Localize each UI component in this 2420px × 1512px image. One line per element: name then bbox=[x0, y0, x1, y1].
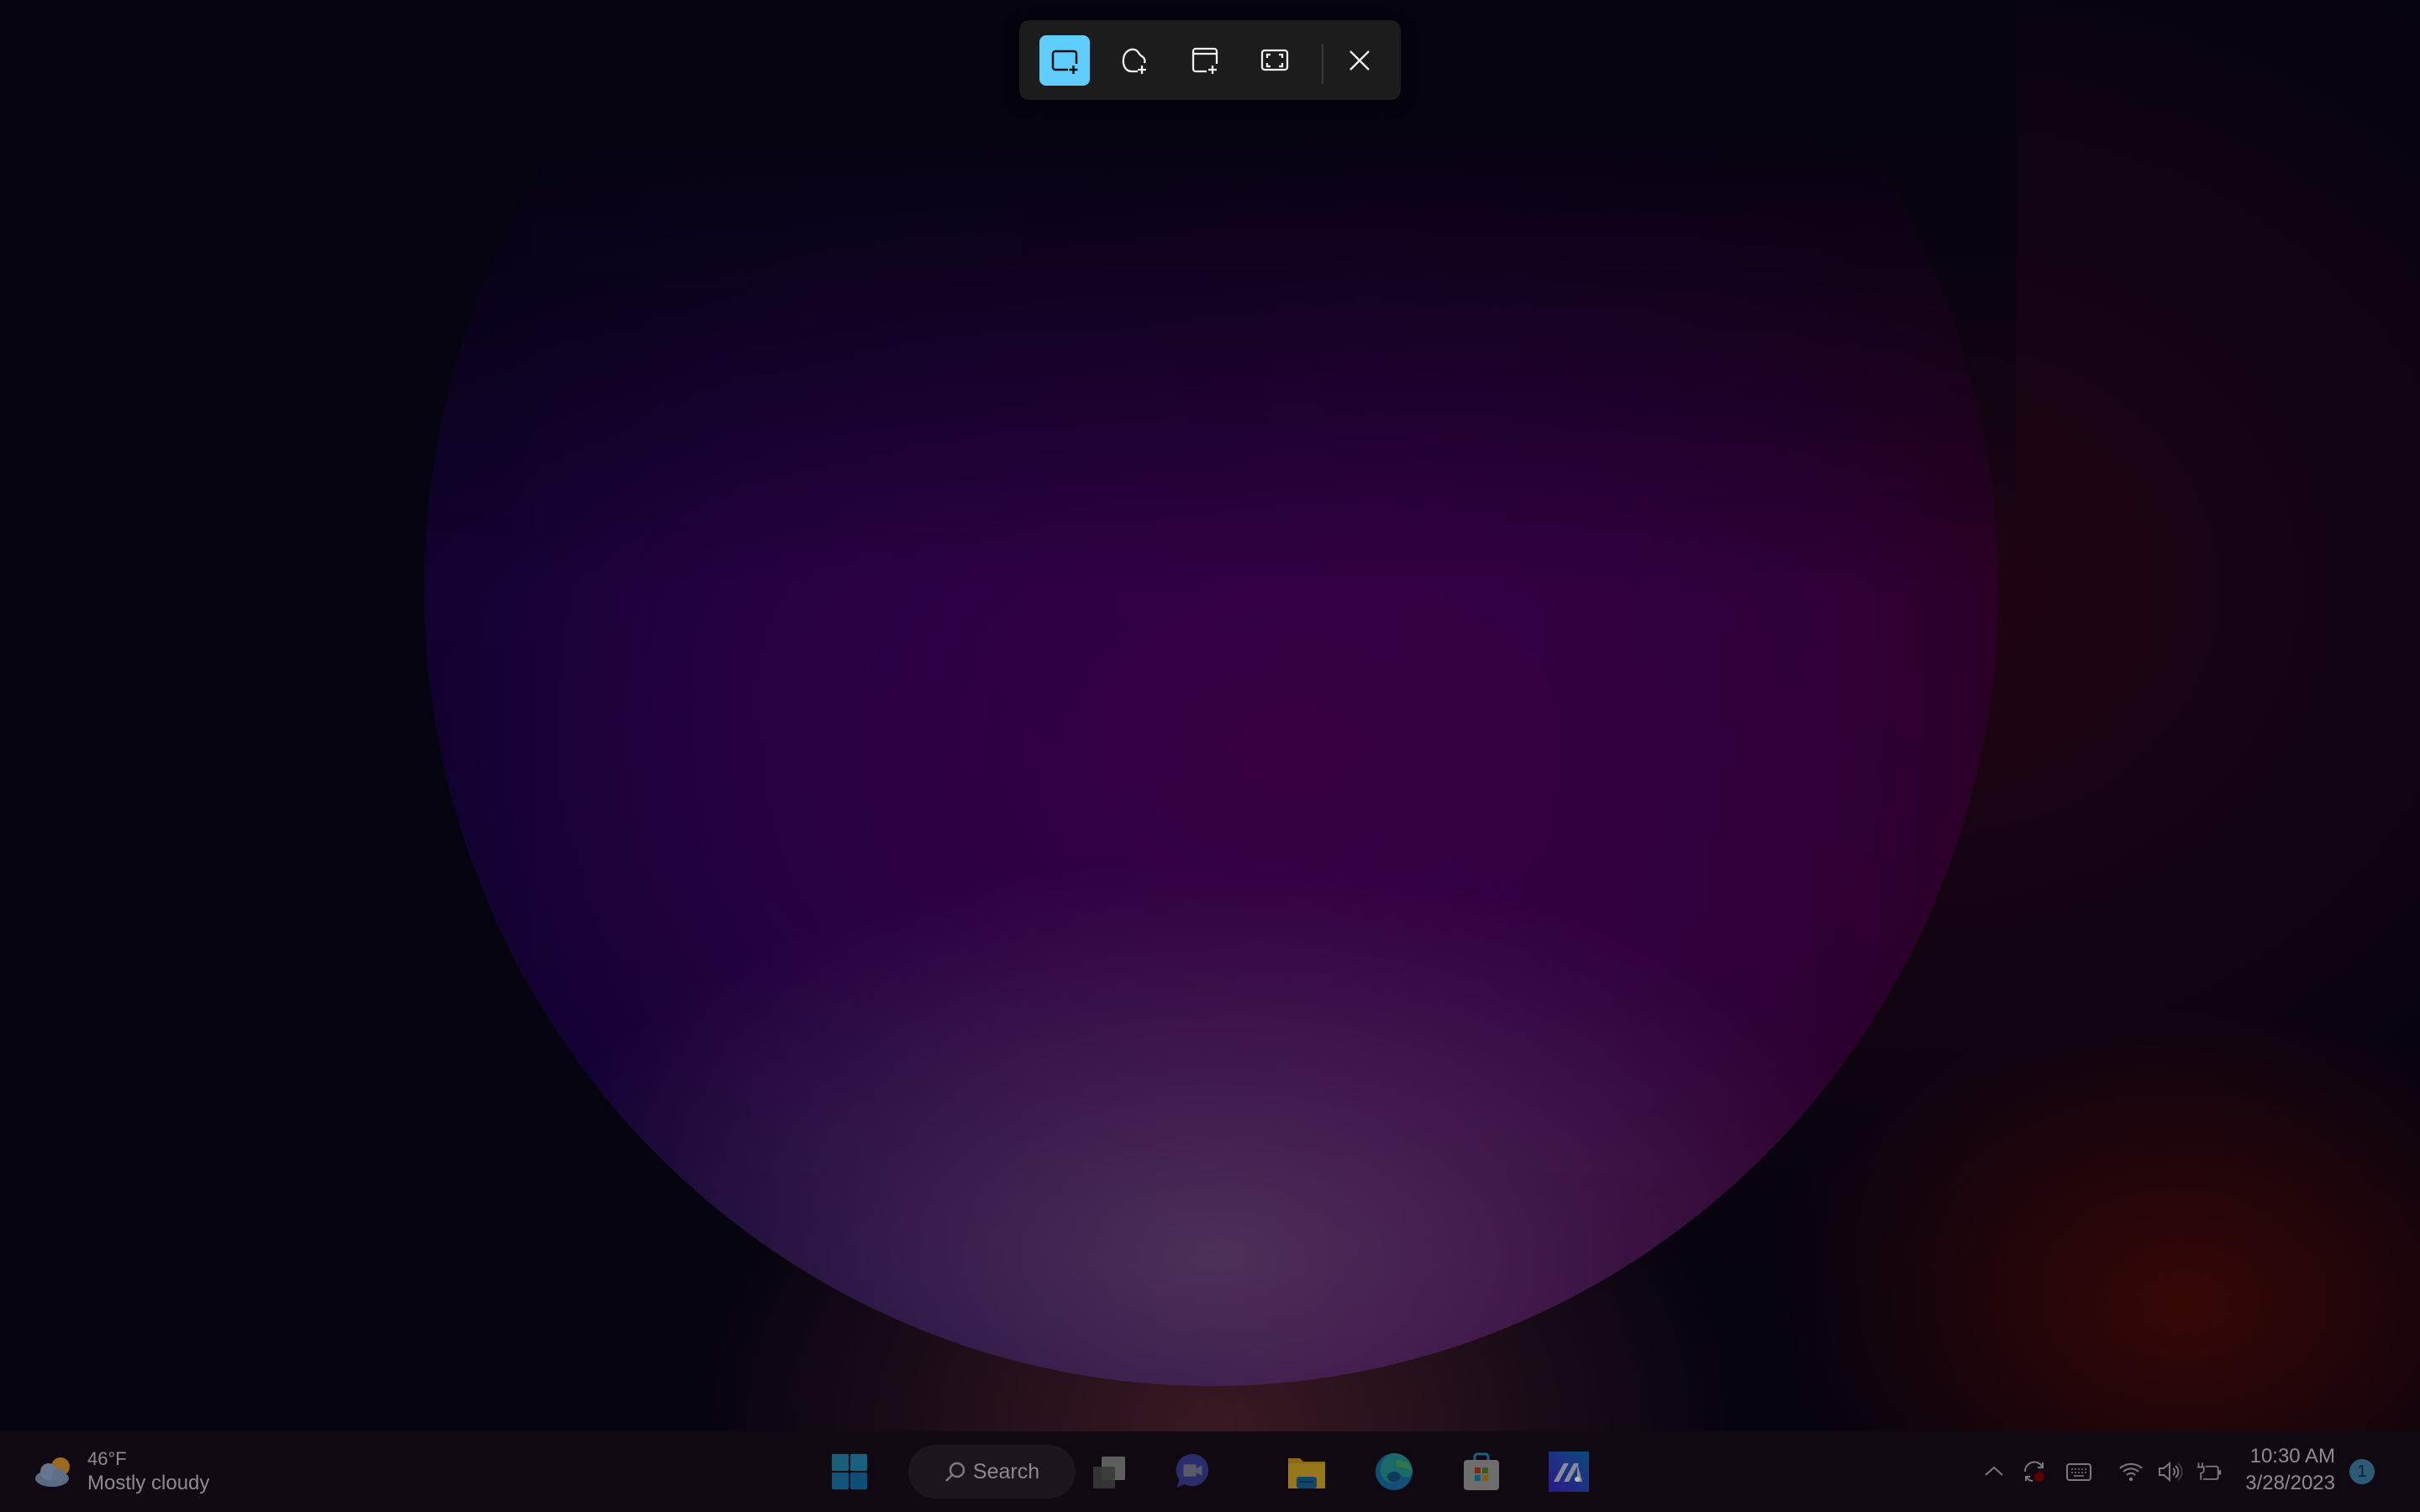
close-button[interactable] bbox=[1334, 35, 1385, 86]
freeform-snip-icon bbox=[1122, 48, 1146, 74]
wifi-button[interactable] bbox=[2116, 1452, 2146, 1492]
search-icon bbox=[945, 1462, 965, 1482]
start-button[interactable] bbox=[828, 1450, 871, 1494]
app-button[interactable] bbox=[1547, 1450, 1591, 1494]
desktop-wallpaper bbox=[0, 0, 2420, 1431]
chat-button[interactable] bbox=[1170, 1450, 1213, 1494]
freeform-mode-button[interactable] bbox=[1109, 35, 1160, 86]
fullscreen-snip-icon bbox=[1260, 49, 1289, 71]
notification-badge[interactable]: 1 bbox=[2349, 1459, 2375, 1484]
rectangle-mode-button[interactable] bbox=[1039, 35, 1090, 86]
weather-widget[interactable]: 46°F Mostly cloudy bbox=[30, 1446, 209, 1497]
weather-condition: Mostly cloudy bbox=[87, 1472, 210, 1494]
snip-toolbar bbox=[1019, 20, 1401, 100]
search-box[interactable]: Search bbox=[908, 1445, 1076, 1499]
edge-icon bbox=[1376, 1453, 1413, 1490]
volume-button[interactable] bbox=[2154, 1452, 2185, 1492]
weather-temperature: 46°F bbox=[87, 1448, 127, 1469]
window-snip-icon bbox=[1192, 47, 1218, 74]
wifi-icon bbox=[2119, 1462, 2143, 1482]
battery-charging-icon bbox=[2196, 1462, 2222, 1480]
windows-logo-icon bbox=[831, 1453, 868, 1490]
task-view-icon bbox=[1093, 1457, 1125, 1488]
window-mode-button[interactable] bbox=[1180, 35, 1230, 86]
store-button[interactable] bbox=[1460, 1450, 1503, 1494]
toolbar-divider bbox=[1322, 44, 1323, 84]
show-hidden-icons-button[interactable] bbox=[1980, 1452, 2008, 1492]
search-label: Search bbox=[972, 1459, 1040, 1483]
keyboard-button[interactable] bbox=[2064, 1452, 2094, 1492]
task-view-button[interactable] bbox=[1088, 1450, 1132, 1494]
edge-button[interactable] bbox=[1372, 1450, 1416, 1494]
volume-icon bbox=[2159, 1461, 2183, 1483]
fullscreen-mode-button[interactable] bbox=[1249, 35, 1300, 86]
sync-icon bbox=[2023, 1461, 2044, 1482]
close-icon bbox=[1349, 50, 1370, 71]
partly-cloudy-icon bbox=[30, 1455, 77, 1488]
clock-date: 3/28/2023 bbox=[2245, 1472, 2335, 1494]
sync-button[interactable] bbox=[2018, 1452, 2050, 1492]
folder-icon bbox=[1288, 1458, 1325, 1488]
keyboard-icon bbox=[2066, 1463, 2091, 1481]
teams-chat-icon bbox=[1176, 1453, 1209, 1488]
clock-time: 10:30 AM bbox=[2249, 1445, 2335, 1467]
battery-button[interactable] bbox=[2193, 1452, 2225, 1492]
file-explorer-button[interactable] bbox=[1285, 1450, 1328, 1494]
app-icon bbox=[1549, 1452, 1589, 1492]
rectangle-snip-icon bbox=[1051, 50, 1079, 75]
chevron-up-icon bbox=[1985, 1466, 2003, 1476]
store-icon bbox=[1464, 1452, 1499, 1490]
clock[interactable]: 10:30 AM 3/28/2023 bbox=[2245, 1443, 2335, 1497]
taskbar: 46°F Mostly cloudy Search 10:30 AM 3/28/… bbox=[0, 1431, 2420, 1512]
